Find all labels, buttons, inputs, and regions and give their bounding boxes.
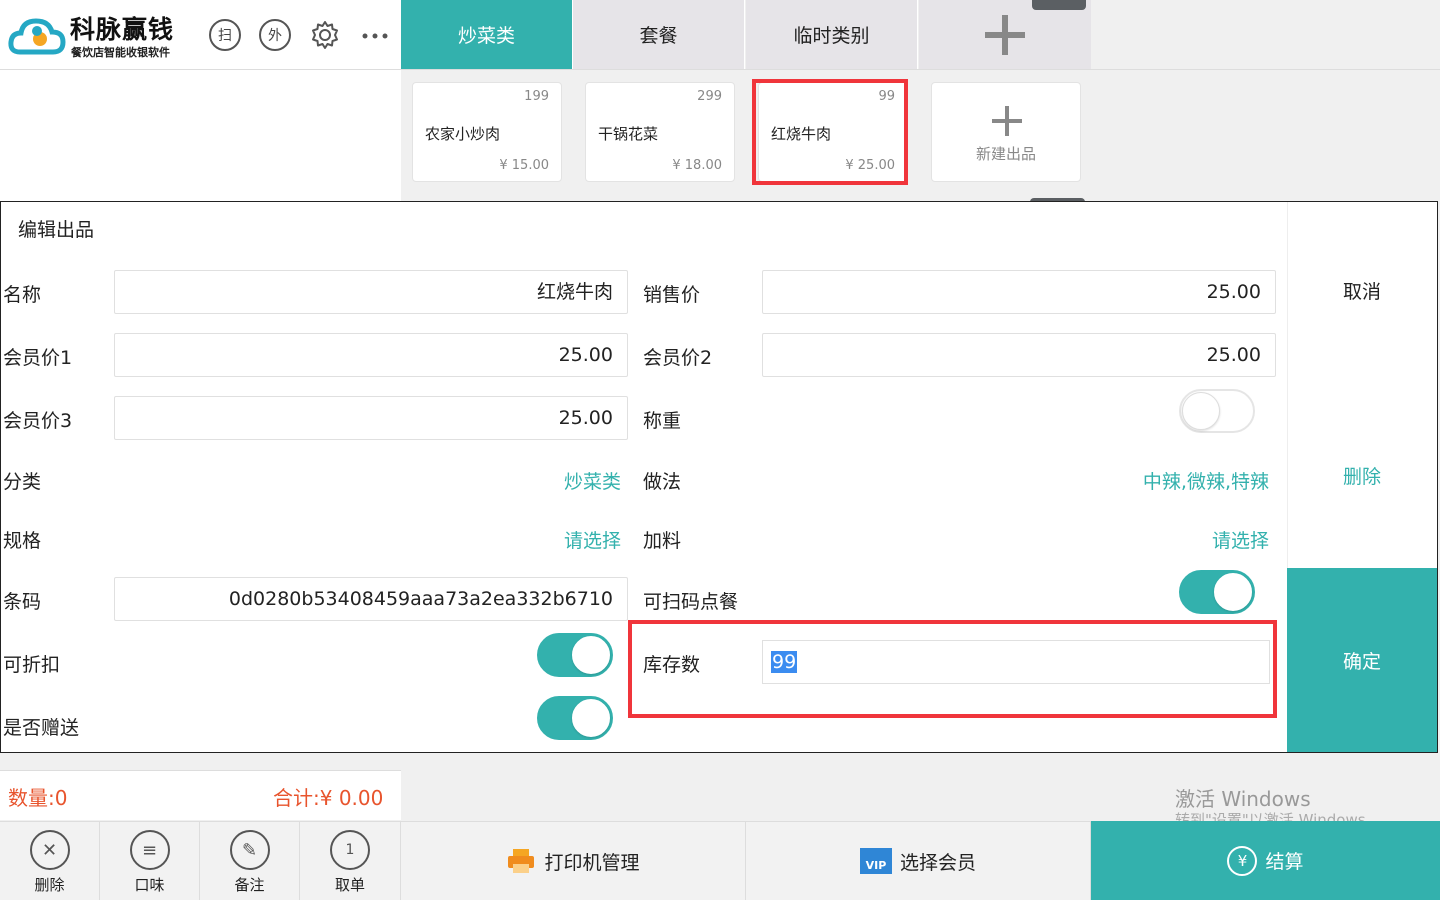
toggle-knob xyxy=(1214,573,1252,611)
toggle-knob xyxy=(572,699,610,737)
category-label: 分类 xyxy=(3,471,42,493)
sale-price-field[interactable]: 25.00 xyxy=(762,270,1276,314)
product-price: ¥ 15.00 xyxy=(499,158,549,173)
member-price-1-label: 会员价1 xyxy=(3,347,73,369)
dialog-title: 编辑出品 xyxy=(18,219,95,241)
retrieve-order-button-label: 取单 xyxy=(334,876,365,894)
toggle-knob xyxy=(572,636,610,674)
scroll-handle[interactable] xyxy=(1032,0,1086,10)
select-member-button[interactable]: VIP 选择会员 xyxy=(746,821,1091,900)
spec-label: 规格 xyxy=(3,530,42,552)
stock-highlight xyxy=(628,620,1277,718)
spec-select[interactable]: 请选择 xyxy=(421,526,621,553)
member-price-2-field[interactable]: 25.00 xyxy=(762,333,1276,377)
toggle-knob xyxy=(1182,392,1220,430)
discount-label: 可折扣 xyxy=(3,654,61,676)
more-icon[interactable] xyxy=(361,32,389,40)
delete-button[interactable]: ✕ 删除 xyxy=(0,821,100,900)
brand-title: 科脉赢钱 xyxy=(70,15,175,44)
quantity-text: 数量:0 xyxy=(8,786,68,810)
gift-toggle[interactable] xyxy=(537,696,613,740)
note-icon: ✎ xyxy=(229,830,270,870)
add-category-button[interactable] xyxy=(919,0,1091,69)
order-list-area xyxy=(0,70,401,201)
cancel-button[interactable]: 取消 xyxy=(1287,270,1437,310)
member-price-1-field[interactable]: 25.00 xyxy=(114,333,628,377)
note-button-label: 备注 xyxy=(234,876,265,894)
flavor-button-label: 口味 xyxy=(134,876,165,894)
scan-order-label: 可扫码点餐 xyxy=(643,591,739,613)
flavor-icon: ≡ xyxy=(129,830,170,870)
addon-label: 加料 xyxy=(643,530,682,552)
tab-temporary-category[interactable]: 临时类别 xyxy=(746,0,918,69)
settings-gear-icon[interactable] xyxy=(309,19,341,51)
product-price: ¥ 18.00 xyxy=(672,158,722,173)
name-label: 名称 xyxy=(3,284,42,306)
vip-icon: VIP xyxy=(859,848,892,874)
scan-order-toggle[interactable] xyxy=(1179,570,1255,614)
product-stock: 199 xyxy=(524,89,549,104)
plus-icon xyxy=(985,14,1025,55)
takeout-icon[interactable]: 外 xyxy=(259,19,291,51)
total-text: 合计:¥ 0.00 xyxy=(273,786,384,810)
addon-select[interactable]: 请选择 xyxy=(1069,526,1269,553)
yen-icon: ¥ xyxy=(1227,845,1258,876)
logo-icon xyxy=(8,18,66,55)
delete-icon: ✕ xyxy=(29,830,70,870)
confirm-button[interactable]: 确定 xyxy=(1287,568,1437,752)
member-price-3-label: 会员价3 xyxy=(3,410,73,432)
brand-subtitle: 餐饮店智能收银软件 xyxy=(71,46,170,59)
flavor-button[interactable]: ≡ 口味 xyxy=(100,821,200,900)
weigh-label: 称重 xyxy=(643,410,682,432)
note-button[interactable]: ✎ 备注 xyxy=(200,821,300,900)
select-member-label: 选择会员 xyxy=(899,851,976,874)
scan-icon[interactable]: 扫 xyxy=(209,19,241,51)
weigh-toggle[interactable] xyxy=(1179,389,1255,433)
windows-activation-watermark: 激活 Windows xyxy=(1175,787,1311,811)
windows-activation-hint: 转到"设置"以激活 Windows。 xyxy=(1175,811,1381,821)
sale-price-label: 销售价 xyxy=(643,284,701,306)
product-name: 农家小炒肉 xyxy=(425,125,501,143)
member-price-2-label: 会员价2 xyxy=(643,347,713,369)
checkout-button[interactable]: ¥ 结算 xyxy=(1091,821,1440,900)
delete-button-label: 删除 xyxy=(34,876,65,894)
discount-toggle[interactable] xyxy=(537,633,613,677)
new-product-label: 新建出品 xyxy=(975,145,1036,163)
retrieve-order-icon: 1 xyxy=(330,830,370,870)
barcode-label: 条码 xyxy=(3,591,42,613)
tab-stir-fry[interactable]: 炒菜类 xyxy=(401,0,573,69)
printer-manage-label: 打印机管理 xyxy=(544,851,640,874)
selected-product-highlight xyxy=(752,79,908,185)
printer-icon xyxy=(508,849,535,873)
plus-icon xyxy=(992,106,1022,136)
new-product-card[interactable]: 新建出品 xyxy=(931,82,1081,182)
category-select[interactable]: 炒菜类 xyxy=(421,467,621,494)
product-name: 干锅花菜 xyxy=(598,125,659,143)
barcode-field[interactable]: 0d0280b53408459aaa73a2ea332b6710 xyxy=(114,577,628,621)
product-card[interactable]: 299 干锅花菜 ¥ 18.00 xyxy=(585,82,735,182)
printer-manage-button[interactable]: 打印机管理 xyxy=(401,821,746,900)
delete-product-button[interactable]: 删除 xyxy=(1287,455,1437,495)
checkout-label: 结算 xyxy=(1265,851,1304,873)
member-price-3-field[interactable]: 25.00 xyxy=(114,396,628,440)
method-select[interactable]: 中辣,微辣,特辣 xyxy=(1000,467,1269,494)
tab-set-meal[interactable]: 套餐 xyxy=(573,0,745,69)
product-stock: 299 xyxy=(697,89,722,104)
retrieve-order-button[interactable]: 1 取单 xyxy=(300,821,401,900)
gift-label: 是否赠送 xyxy=(3,717,80,739)
product-card[interactable]: 199 农家小炒肉 ¥ 15.00 xyxy=(412,82,562,182)
name-field[interactable]: 红烧牛肉 xyxy=(114,270,628,314)
method-label: 做法 xyxy=(643,471,682,493)
